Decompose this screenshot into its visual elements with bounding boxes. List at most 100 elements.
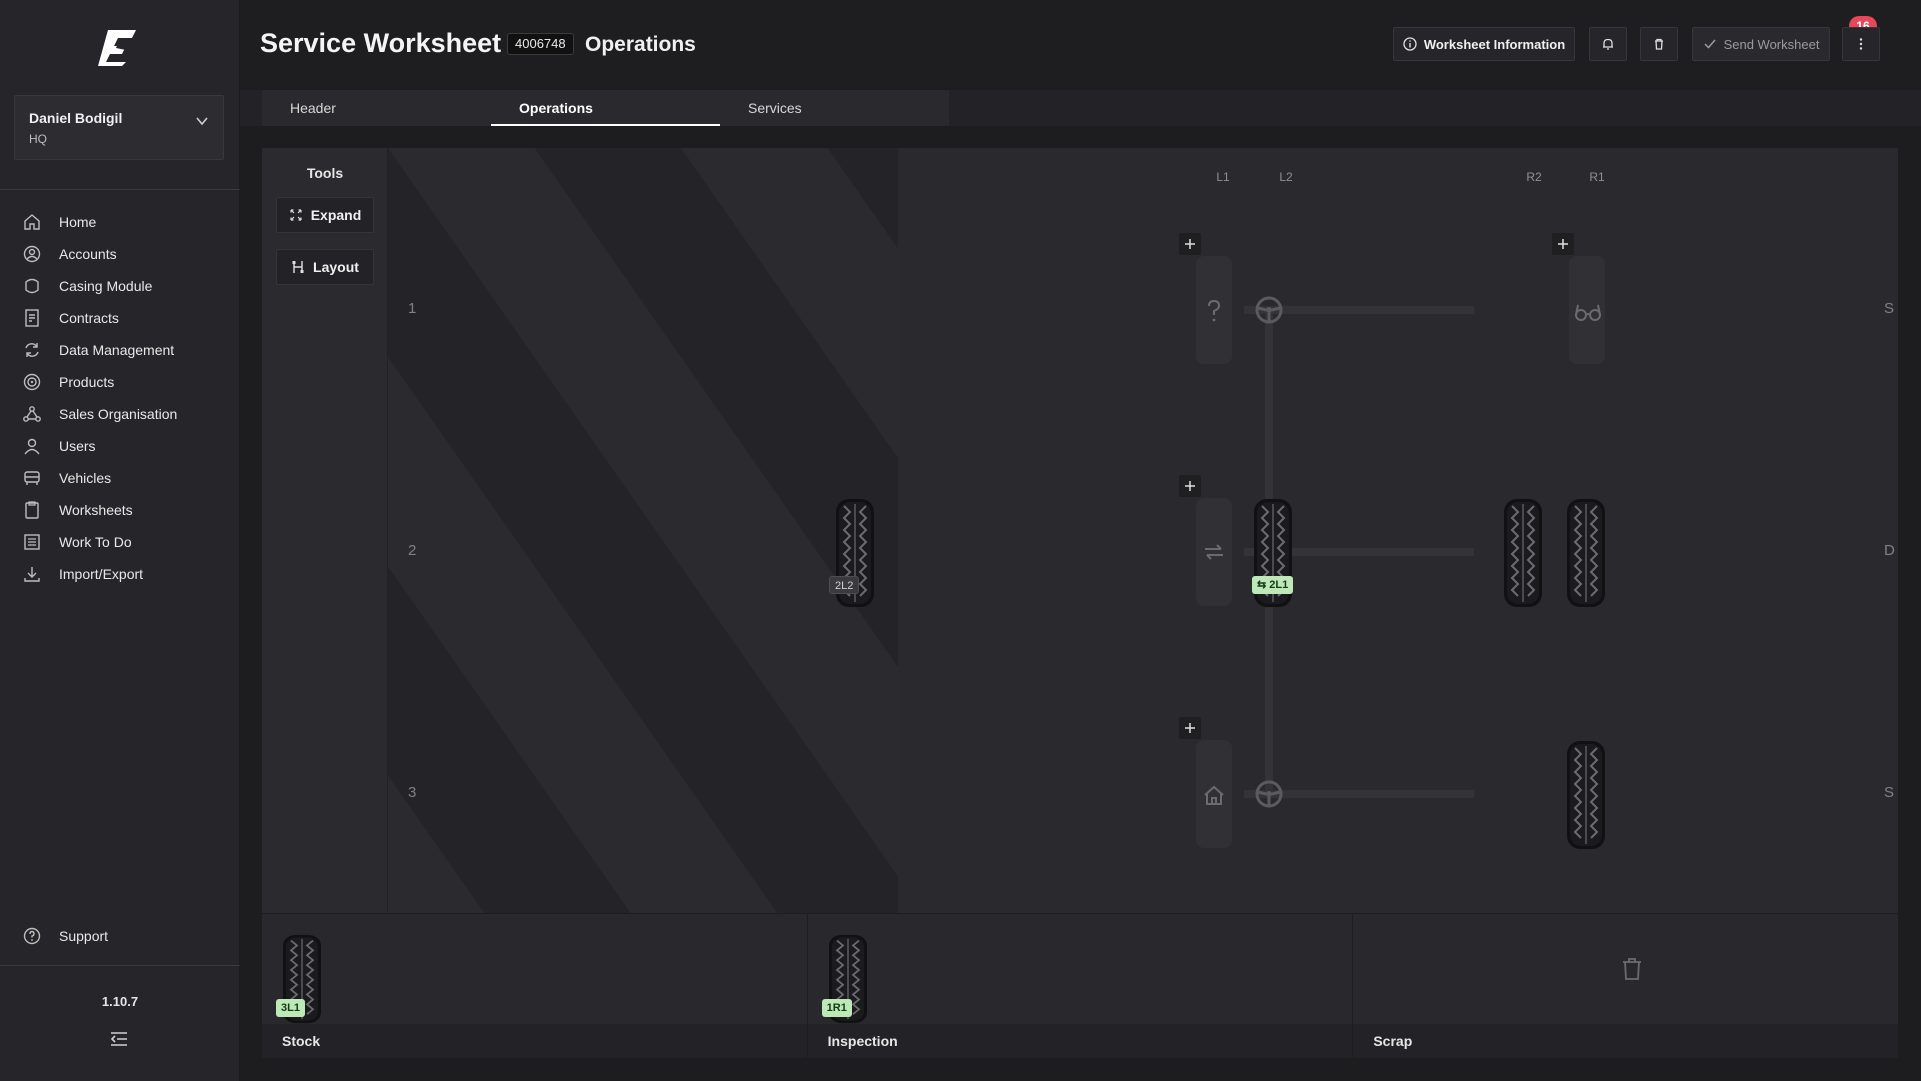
add-tire-1r-button[interactable] [1552,233,1574,255]
tab-operations[interactable]: Operations [491,90,720,126]
sidebar-item-home[interactable]: Home [0,206,240,238]
tire-product-icon [23,373,41,391]
operations-panel: Tools Expand Layout L1 L2 R2 R1 1 2 3 S … [262,148,1898,913]
expand-icon [290,209,302,221]
expand-label: Expand [310,207,362,223]
layout-button[interactable]: Layout [276,249,374,285]
bin-inspection-label: Inspection [807,1024,1353,1058]
inspection-glasses-icon [1575,304,1601,321]
check-icon [1704,39,1716,49]
delete-worksheet-button[interactable] [1640,27,1678,61]
bin-inspection[interactable]: 1R1 Inspection [807,914,1354,1058]
sidebar-nav: Home Accounts Casing Module Contracts Da… [0,206,240,590]
tab-bar: Header Operations Services [262,90,949,126]
more-vertical-icon [1859,38,1863,50]
column-label-l1: L1 [1216,170,1230,184]
staging-area[interactable] [388,148,898,913]
loose-tire-tag: 2L2 [829,576,860,594]
trash-icon [1655,38,1663,50]
stock-tire-tag: 3L1 [276,999,305,1017]
row-label-1: 1 [408,300,417,317]
bin-scrap[interactable]: Scrap [1353,914,1899,1058]
sync-icon [25,343,39,357]
send-worksheet-label: Send Worksheet [1723,36,1820,52]
account-circle-icon [23,245,41,263]
sidebar-item-label: Vehicles [59,470,112,486]
sidebar-item-casing-module[interactable]: Casing Module [0,270,240,302]
collapse-menu-icon[interactable] [110,1030,128,1048]
sidebar-item-accounts[interactable]: Accounts [0,238,240,270]
user-name: Daniel Bodigil [29,110,123,126]
home-icon [24,214,40,230]
add-tire-3l-button[interactable] [1179,717,1201,739]
todo-list-icon [24,534,40,550]
sidebar-item-label: Import/Export [59,566,144,582]
sidebar-item-label: Support [59,928,109,944]
page-header: Service Worksheet 4006748 Operations Wor… [240,0,1921,88]
steering-wheel-icon [1254,295,1284,325]
bell-icon [1603,38,1613,50]
worksheet-information-button[interactable]: Worksheet Information [1393,27,1575,61]
sidebar-item-label: Casing Module [59,278,153,294]
sidebar-item-data-management[interactable]: Data Management [0,334,240,366]
layout-label: Layout [313,259,359,275]
column-label-r2: R2 [1526,170,1542,184]
row-label-3: 3 [408,784,417,801]
tire-2r2[interactable] [1503,498,1543,608]
tire-2r1[interactable] [1566,498,1606,608]
import-export-icon [24,567,40,582]
unknown-tire-icon [1208,300,1221,322]
column-label-l2: L2 [1279,170,1293,184]
moved-tire-tag[interactable]: ⇆ 2L1 [1252,576,1294,594]
sidebar-item-label: Worksheets [59,502,133,518]
sidebar: Daniel Bodigil HQ Home Accounts Casing M… [0,0,240,1081]
help-circle-icon [23,927,41,945]
moved-tire-code: 2L1 [1269,579,1289,591]
notifications-button[interactable] [1589,27,1627,61]
tab-services[interactable]: Services [720,90,949,126]
sidebar-item-label: Data Management [59,342,175,358]
page-subtitle: Operations [585,33,696,56]
bin-stock-label: Stock [262,1024,807,1058]
send-worksheet-button[interactable]: Send Worksheet [1692,27,1830,61]
user-org: HQ [29,132,47,146]
tools-title: Tools [306,165,344,181]
sidebar-divider [0,965,240,966]
sidebar-item-support[interactable]: Support [0,920,240,952]
hatch-pattern [388,148,898,913]
swap-arrows-icon [1205,544,1223,560]
sidebar-item-users[interactable]: Users [0,430,240,462]
worksheet-information-label: Worksheet Information [1423,36,1566,52]
sidebar-item-sales-organisation[interactable]: Sales Organisation [0,398,240,430]
org-network-icon [23,406,41,422]
sidebar-item-contracts[interactable]: Contracts [0,302,240,334]
user-switcher[interactable]: Daniel Bodigil HQ [14,95,224,160]
bin-stock[interactable]: 3L1 Stock [262,914,808,1058]
contract-icon [25,309,39,327]
sidebar-item-worksheets[interactable]: Worksheets [0,494,240,526]
column-label-r1: R1 [1589,170,1605,184]
layout-icon [292,261,304,273]
tools-panel: Tools Expand Layout [262,148,388,913]
axle-type-2: D [1884,542,1895,559]
add-tire-1l-button[interactable] [1179,233,1201,255]
tire-3r1[interactable] [1566,740,1606,850]
brand-logo-icon[interactable] [96,28,140,68]
sidebar-item-products[interactable]: Products [0,366,240,398]
sidebar-item-label: Contracts [59,310,119,326]
sidebar-item-vehicles[interactable]: Vehicles [0,462,240,494]
more-options-button[interactable] [1842,27,1880,61]
sidebar-divider [0,189,240,190]
axle-type-1: S [1884,300,1895,317]
expand-button[interactable]: Expand [276,197,374,233]
sidebar-item-import-export[interactable]: Import/Export [0,558,240,590]
tab-header[interactable]: Header [262,90,491,126]
inspection-tire-tag: 1R1 [821,999,852,1017]
add-tire-2l-button[interactable] [1179,475,1201,497]
app-version: 1.10.7 [101,994,139,1009]
vehicle-icon [24,471,40,485]
sidebar-item-work-to-do[interactable]: Work To Do [0,526,240,558]
sidebar-item-label: Work To Do [59,534,132,550]
tire-bins: 3L1 Stock 1R1 Inspection Scrap [262,914,1899,1058]
support-section: Support [0,920,240,952]
